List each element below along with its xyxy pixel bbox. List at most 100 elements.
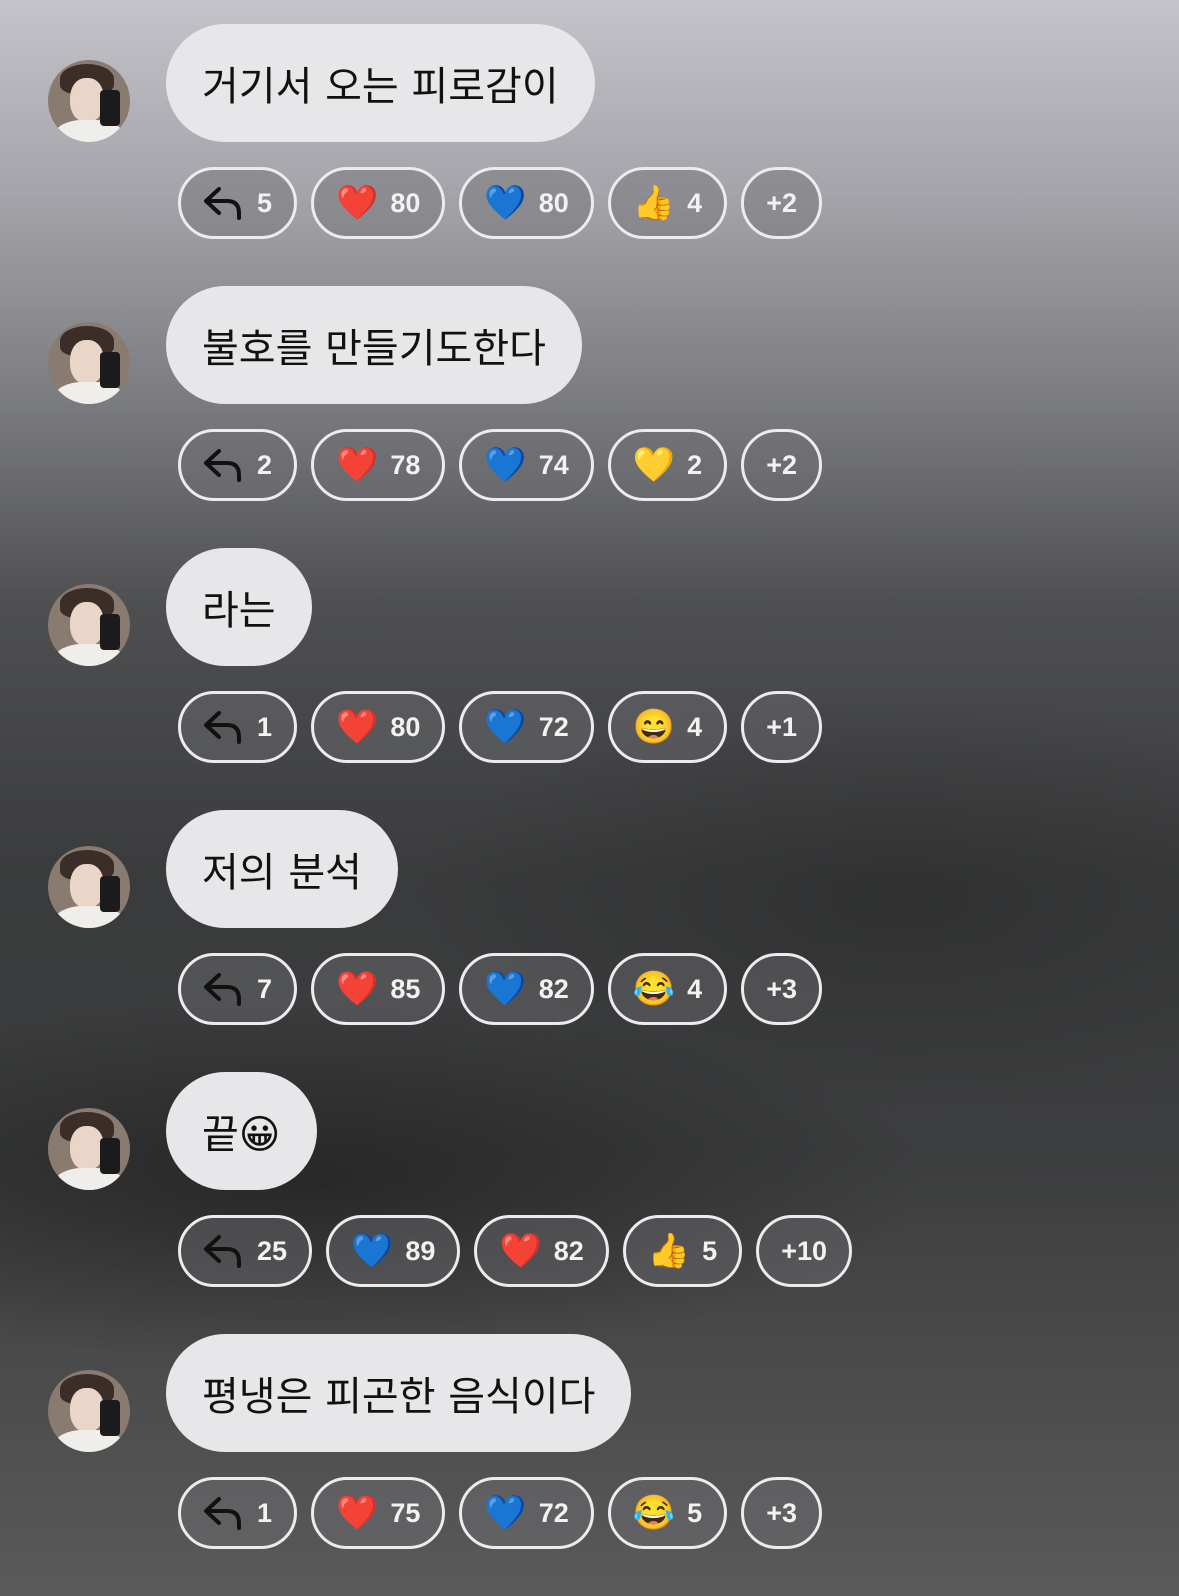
reaction-count: 82 bbox=[538, 973, 569, 1004]
chat-message: 불호를 만들기도한다 2 ❤️ 78 💙 74 💛 2 +2 bbox=[0, 262, 1179, 524]
reaction-chip[interactable]: ❤️ 78 bbox=[311, 429, 446, 501]
more-reactions-button[interactable]: +10 bbox=[756, 1215, 853, 1287]
reaction-chip[interactable]: ❤️ 85 bbox=[311, 953, 446, 1025]
reply-arrow-icon bbox=[203, 710, 245, 744]
reply-count: 5 bbox=[257, 187, 273, 218]
reaction-count: 72 bbox=[538, 711, 569, 742]
blue-heart-icon: 💙 bbox=[351, 1232, 394, 1270]
chat-message: 거기서 오는 피로감이 5 ❤️ 80 💙 80 👍 4 +2 bbox=[0, 0, 1179, 262]
chat-feed: 거기서 오는 피로감이 5 ❤️ 80 💙 80 👍 4 +2 불호를 만들기도… bbox=[0, 0, 1179, 1596]
message-bubble[interactable]: 라는 bbox=[166, 548, 312, 666]
reaction-count: 78 bbox=[390, 449, 421, 480]
reply-count: 2 bbox=[257, 449, 273, 480]
reaction-chip[interactable]: 💙 80 bbox=[459, 167, 594, 239]
reply-button[interactable]: 5 bbox=[178, 167, 298, 239]
reaction-count: 5 bbox=[687, 1497, 703, 1528]
red-heart-icon: ❤️ bbox=[499, 1232, 542, 1270]
more-reactions-count: +2 bbox=[766, 187, 797, 218]
reaction-count: 4 bbox=[687, 973, 703, 1004]
more-reactions-button[interactable]: +1 bbox=[741, 691, 822, 763]
thumbs-up-icon: 👍 bbox=[647, 1232, 691, 1270]
reply-count: 25 bbox=[257, 1235, 288, 1266]
more-reactions-button[interactable]: +3 bbox=[741, 953, 822, 1025]
reaction-chip[interactable]: 💙 72 bbox=[459, 691, 594, 763]
reply-button[interactable]: 2 bbox=[178, 429, 298, 501]
reaction-count: 74 bbox=[538, 449, 569, 480]
reaction-chip[interactable]: 👍 4 bbox=[607, 167, 728, 239]
reaction-chip[interactable]: 💙 72 bbox=[459, 1477, 594, 1549]
avatar[interactable] bbox=[48, 584, 130, 666]
reply-count: 1 bbox=[257, 711, 273, 742]
reaction-count: 5 bbox=[702, 1235, 718, 1266]
reaction-chip[interactable]: 😄 4 bbox=[607, 691, 728, 763]
reply-arrow-icon bbox=[203, 1234, 245, 1268]
reply-button[interactable]: 1 bbox=[178, 1477, 298, 1549]
avatar[interactable] bbox=[48, 846, 130, 928]
avatar[interactable] bbox=[48, 60, 130, 142]
tears-of-joy-icon: 😂 bbox=[632, 970, 676, 1008]
reaction-count: 80 bbox=[390, 187, 421, 218]
message-text: 거기서 오는 피로감이 bbox=[202, 64, 559, 110]
tears-of-joy-icon: 😂 bbox=[632, 1494, 676, 1532]
reaction-count: 89 bbox=[405, 1235, 436, 1266]
more-reactions-count: +2 bbox=[766, 449, 797, 480]
red-heart-icon: ❤️ bbox=[336, 184, 379, 222]
more-reactions-button[interactable]: +2 bbox=[741, 167, 822, 239]
chat-message: 저의 분석 7 ❤️ 85 💙 82 😂 4 +3 bbox=[0, 786, 1179, 1048]
reaction-chip[interactable]: 💛 2 bbox=[607, 429, 728, 501]
message-text: 라는 bbox=[202, 588, 276, 634]
reaction-chip[interactable]: ❤️ 80 bbox=[311, 167, 446, 239]
grinning-face-icon: 😄 bbox=[632, 708, 676, 746]
reaction-chip[interactable]: 💙 89 bbox=[326, 1215, 461, 1287]
reaction-bar: 2 ❤️ 78 💙 74 💛 2 +2 bbox=[178, 429, 822, 501]
chat-message: 라는 1 ❤️ 80 💙 72 😄 4 +1 bbox=[0, 524, 1179, 786]
reaction-bar: 25 💙 89 ❤️ 82 👍 5 +10 bbox=[178, 1215, 853, 1287]
avatar[interactable] bbox=[48, 1108, 130, 1190]
yellow-heart-icon: 💛 bbox=[632, 446, 676, 484]
reaction-count: 75 bbox=[390, 1497, 421, 1528]
reply-arrow-icon bbox=[203, 972, 245, 1006]
chat-message: 평냉은 피곤한 음식이다 1 ❤️ 75 💙 72 😂 5 +3 bbox=[0, 1310, 1179, 1572]
reaction-bar: 5 ❤️ 80 💙 80 👍 4 +2 bbox=[178, 167, 822, 239]
message-bubble[interactable]: 거기서 오는 피로감이 bbox=[166, 24, 595, 142]
more-reactions-count: +10 bbox=[781, 1235, 828, 1266]
reaction-chip[interactable]: 💙 82 bbox=[459, 953, 594, 1025]
reaction-chip[interactable]: 💙 74 bbox=[459, 429, 594, 501]
reply-arrow-icon bbox=[203, 186, 245, 220]
message-text: 불호를 만들기도한다 bbox=[202, 326, 546, 372]
blue-heart-icon: 💙 bbox=[484, 970, 527, 1008]
reaction-chip[interactable]: 👍 5 bbox=[622, 1215, 743, 1287]
reaction-chip[interactable]: ❤️ 80 bbox=[311, 691, 446, 763]
blue-heart-icon: 💙 bbox=[484, 708, 527, 746]
message-bubble[interactable]: 끝😀 bbox=[166, 1072, 317, 1190]
more-reactions-count: +3 bbox=[766, 973, 797, 1004]
message-text: 저의 분석 bbox=[202, 850, 362, 896]
reply-button[interactable]: 25 bbox=[178, 1215, 313, 1287]
avatar[interactable] bbox=[48, 1370, 130, 1452]
reaction-bar: 1 ❤️ 80 💙 72 😄 4 +1 bbox=[178, 691, 822, 763]
more-reactions-button[interactable]: +3 bbox=[741, 1477, 822, 1549]
reaction-chip[interactable]: ❤️ 82 bbox=[474, 1215, 609, 1287]
message-text: 끝😀 bbox=[202, 1112, 281, 1158]
blue-heart-icon: 💙 bbox=[484, 1494, 527, 1532]
reaction-chip[interactable]: 😂 4 bbox=[607, 953, 728, 1025]
avatar[interactable] bbox=[48, 322, 130, 404]
reaction-count: 85 bbox=[390, 973, 421, 1004]
more-reactions-count: +3 bbox=[766, 1497, 797, 1528]
more-reactions-button[interactable]: +2 bbox=[741, 429, 822, 501]
message-bubble[interactable]: 평냉은 피곤한 음식이다 bbox=[166, 1334, 632, 1452]
reply-arrow-icon bbox=[203, 1496, 245, 1530]
red-heart-icon: ❤️ bbox=[336, 708, 379, 746]
more-reactions-count: +1 bbox=[766, 711, 797, 742]
message-bubble[interactable]: 불호를 만들기도한다 bbox=[166, 286, 582, 404]
reaction-count: 4 bbox=[687, 187, 703, 218]
reply-button[interactable]: 1 bbox=[178, 691, 298, 763]
message-bubble[interactable]: 저의 분석 bbox=[166, 810, 398, 928]
reaction-count: 4 bbox=[687, 711, 703, 742]
chat-message: 끝😀 25 💙 89 ❤️ 82 👍 5 +10 bbox=[0, 1048, 1179, 1310]
reply-count: 1 bbox=[257, 1497, 273, 1528]
reaction-count: 82 bbox=[553, 1235, 584, 1266]
reaction-chip[interactable]: ❤️ 75 bbox=[311, 1477, 446, 1549]
reply-button[interactable]: 7 bbox=[178, 953, 298, 1025]
reaction-chip[interactable]: 😂 5 bbox=[607, 1477, 728, 1549]
